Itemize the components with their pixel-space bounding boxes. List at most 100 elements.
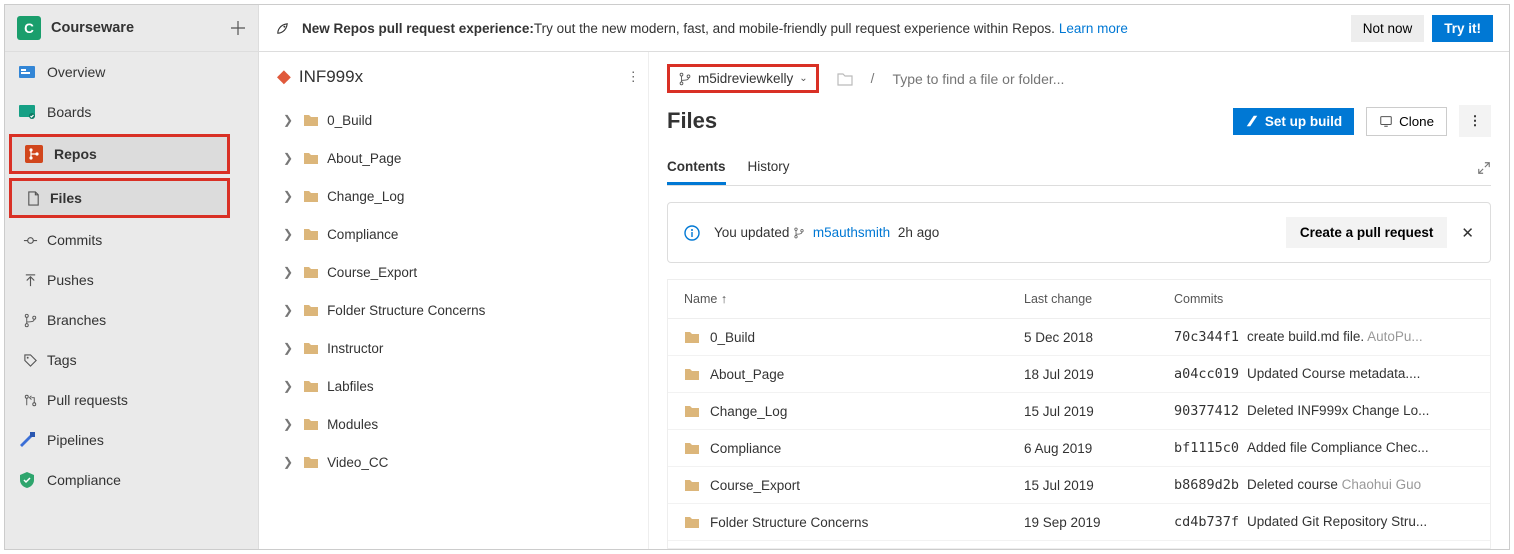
tree-folder[interactable]: ❯Instructor [277,329,640,367]
row-change: 19 Sep 2019 [1024,515,1174,530]
banner-learn-more-link[interactable]: Learn more [1059,21,1128,36]
project-avatar: C [17,16,41,40]
chevron-right-icon: ❯ [283,151,293,165]
nav-compliance[interactable]: Compliance [5,460,258,500]
more-actions-button[interactable]: ⋮ [1459,105,1491,137]
nav-files[interactable]: Files [9,178,230,218]
tree-folder[interactable]: ❯About_Page [277,139,640,177]
nav-commits[interactable]: Commits [5,220,258,260]
row-msg: Deleted course [1247,477,1342,492]
branch-icon [793,227,805,239]
folder-icon [303,379,319,393]
tree-folder[interactable]: ❯ Video_CC [277,443,640,481]
breadcrumb-separator: / [871,71,875,86]
banner-title: New Repos pull request experience: [302,21,534,36]
folder-icon [303,341,319,355]
project-header[interactable]: C Courseware [5,5,258,52]
clone-label: Clone [1399,114,1434,129]
nav-compliance-label: Compliance [47,472,121,488]
tree-label: Video_CC [327,455,388,470]
rocket-icon [275,21,290,36]
tree-folder[interactable]: ❯Labfiles [277,367,640,405]
chevron-right-icon: ❯ [283,455,293,469]
info-icon [684,225,700,241]
alert-when: 2h ago [898,225,939,240]
nav-boards[interactable]: Boards [5,92,258,132]
table-row[interactable]: Folder Structure Concerns19 Sep 2019cd4b… [668,504,1490,541]
try-it-button[interactable]: Try it! [1432,15,1493,42]
nav-boards-label: Boards [47,104,91,120]
tree-folder[interactable]: ❯ 0_Build [277,101,640,139]
pipelines-icon [17,430,37,450]
folder-icon [303,113,319,127]
pr-suggestion-card: You updated m5authsmith 2h ago Create a … [667,202,1491,263]
tree-folder[interactable]: ❯Folder Structure Concerns [277,291,640,329]
tree-folder[interactable]: ❯Course_Export [277,253,640,291]
row-change: 6 Aug 2019 [1024,441,1174,456]
tab-contents[interactable]: Contents [667,151,726,185]
create-pr-button[interactable]: Create a pull request [1286,217,1448,248]
tree-label: Modules [327,417,378,432]
nav-pull-requests[interactable]: Pull requests [5,380,258,420]
setup-build-button[interactable]: Set up build [1233,108,1354,135]
nav-pushes-label: Pushes [47,272,94,288]
tree-label: Folder Structure Concerns [327,303,485,318]
table-row[interactable]: 0_Build5 Dec 201870c344f1create build.md… [668,319,1490,356]
files-icon [24,188,42,208]
chevron-right-icon: ❯ [283,379,293,393]
clone-button[interactable]: Clone [1366,107,1447,136]
nav-commits-label: Commits [47,232,102,248]
tab-history[interactable]: History [748,151,790,185]
folder-icon [684,515,700,529]
alert-branch-link[interactable]: m5authsmith [813,225,890,240]
row-name: Folder Structure Concerns [710,515,868,530]
table-row[interactable]: About_Page18 Jul 2019a04cc019Updated Cou… [668,356,1490,393]
row-hash: b8689d2b [1174,477,1239,493]
tree-folder[interactable]: ❯Modules [277,405,640,443]
row-tail: AutoPu... [1367,329,1423,344]
tree-folder[interactable]: ❯Change_Log [277,177,640,215]
nav-branches[interactable]: Branches [5,300,258,340]
nav-overview-label: Overview [47,64,105,80]
nav-files-label: Files [50,190,82,206]
col-name-header[interactable]: Name [684,292,717,306]
row-msg: create build.md file. [1247,329,1367,344]
file-finder-input[interactable] [892,71,1112,87]
chevron-down-icon: ⌄ [799,73,807,84]
sort-asc-icon: ↑ [721,292,727,306]
repos-icon [24,144,44,164]
row-hash: 70c344f1 [1174,329,1239,345]
banner-text: Try out the new modern, fast, and mobile… [534,21,1055,36]
not-now-button[interactable]: Not now [1351,15,1425,42]
close-icon[interactable]: ✕ [1461,224,1474,242]
nav-pipelines[interactable]: Pipelines [5,420,258,460]
fullscreen-button[interactable] [1477,161,1491,175]
table-row[interactable]: Course_Export15 Jul 2019b8689d2bDeleted … [668,467,1490,504]
tree-folder[interactable]: ❯Compliance [277,215,640,253]
table-row[interactable]: Change_Log15 Jul 201990377412Deleted INF… [668,393,1490,430]
row-msg: Added file Compliance Chec... [1247,440,1429,455]
chevron-right-icon: ❯ [283,113,293,127]
row-msg: Deleted INF999x Change Lo... [1247,403,1429,418]
nav-tags-label: Tags [47,352,77,368]
sidebar: C Courseware Overview Boards Repos Files… [5,5,259,549]
new-item-button[interactable] [230,20,246,36]
repo-name: INF999x [299,67,627,87]
row-name: About_Page [710,367,784,382]
announcement-banner: New Repos pull request experience: Try o… [259,5,1509,52]
branch-selector[interactable]: m5idreviewkelly ⌄ [667,64,819,93]
tree-more-button[interactable]: ⋮ [627,69,641,85]
table-row[interactable]: Compliance6 Aug 2019bf1115c0Added file C… [668,430,1490,467]
folder-icon [684,404,700,418]
nav-repos[interactable]: Repos [9,134,230,174]
nav-overview[interactable]: Overview [5,52,258,92]
nav-tags[interactable]: Tags [5,340,258,380]
compliance-icon [17,470,37,490]
nav-pushes[interactable]: Pushes [5,260,258,300]
tree-label: 0_Build [327,113,372,128]
pushes-icon [21,270,39,290]
col-change-header[interactable]: Last change [1024,292,1174,306]
folder-icon [303,303,319,317]
col-commits-header[interactable]: Commits [1174,292,1474,306]
build-icon [1245,114,1259,128]
